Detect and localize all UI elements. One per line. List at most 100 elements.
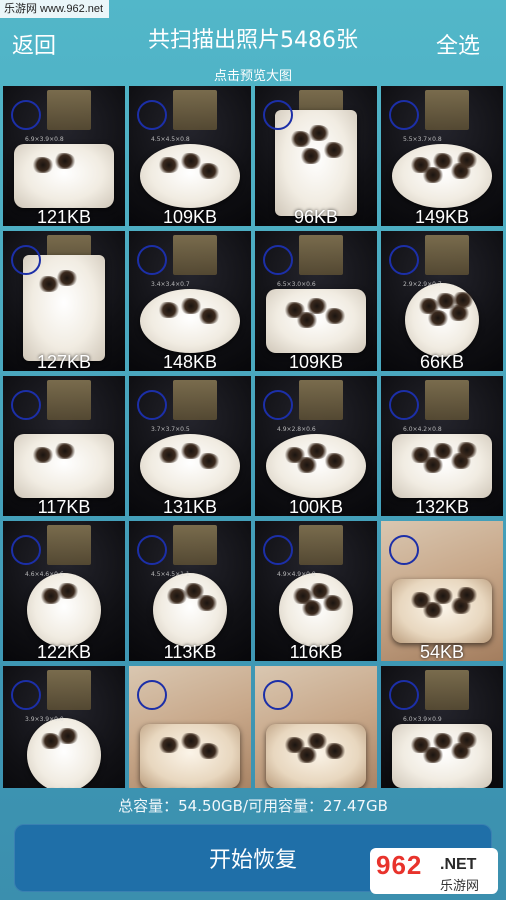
specimen-label-card (173, 525, 217, 565)
file-size: 109KB (162, 207, 218, 226)
select-checkbox[interactable] (389, 245, 419, 275)
photo-tile[interactable]: 3.7×3.7×0.5 131KB (129, 376, 251, 516)
file-size: 67KB (255, 787, 377, 788)
photo-tile[interactable]: 127KB (3, 231, 125, 371)
file-size: 121KB (36, 207, 92, 226)
agate-stone (392, 724, 492, 788)
select-checkbox[interactable] (11, 390, 41, 420)
file-size: 132KB (414, 497, 470, 516)
photo-tile[interactable]: 4.9×4.9×0.8 116KB (255, 521, 377, 661)
specimen-label-card (47, 670, 91, 710)
agate-stone (266, 434, 366, 498)
dendrite-inclusion (422, 457, 444, 474)
select-checkbox[interactable] (137, 390, 167, 420)
specimen-label-card (47, 380, 91, 420)
select-checkbox[interactable] (137, 100, 167, 130)
dendrite-inclusion (301, 599, 324, 616)
photo-tile[interactable]: 6.0×3.9×0.9 110KB (381, 666, 503, 788)
file-size: 131KB (162, 497, 218, 516)
photo-tile[interactable]: 6.9×3.9×0.8 121KB (3, 86, 125, 226)
agate-stone (140, 434, 240, 498)
specimen-label-card (425, 235, 469, 275)
select-checkbox[interactable] (11, 680, 41, 710)
dendrite-inclusion (456, 441, 478, 458)
dendrite-inclusion (56, 728, 79, 745)
specimen-dimensions: 6.5×3.0×0.6 (277, 281, 316, 288)
photo-tile[interactable]: 96KB (255, 86, 377, 226)
photo-tile[interactable]: 2.9×2.9×0.7 66KB (381, 231, 503, 371)
photo-tile[interactable]: 4.6×4.6×0.6 122KB (3, 521, 125, 661)
photo-tile[interactable]: 54KB (381, 521, 503, 661)
photo-tile[interactable]: 4.5×4.5×0.8 109KB (129, 86, 251, 226)
photo-tile[interactable]: 4.5×4.5×1.1 113KB (129, 521, 251, 661)
specimen-label-card (299, 235, 343, 275)
preview-hint: 点击预览大图 (213, 69, 292, 84)
select-checkbox[interactable] (263, 390, 293, 420)
select-checkbox[interactable] (137, 535, 167, 565)
file-size: 116KB (289, 642, 343, 661)
specimen-label-card (299, 525, 343, 565)
agate-stone (27, 718, 101, 788)
specimen-label-card (47, 525, 91, 565)
file-size: 127KB (36, 352, 92, 371)
file-size: 148KB (162, 352, 218, 371)
file-size: 129KB (3, 787, 125, 788)
select-checkbox[interactable] (389, 390, 419, 420)
site-logo-number: 962 (376, 850, 423, 880)
dendrite-inclusion (422, 167, 444, 184)
select-checkbox[interactable] (11, 535, 41, 565)
dendrite-inclusion (158, 156, 180, 173)
agate-stone (405, 283, 479, 357)
dendrite-inclusion (322, 141, 345, 158)
select-checkbox[interactable] (11, 100, 41, 130)
agate-stone (140, 724, 240, 788)
photo-tile[interactable]: 117KB (3, 376, 125, 516)
dendrite-inclusion (56, 583, 79, 600)
specimen-dimensions: 6.9×3.9×0.8 (25, 136, 64, 143)
agate-stone (392, 144, 492, 208)
dendrite-inclusion (195, 595, 218, 612)
photo-tile[interactable]: 6.5×3.0×0.6 109KB (255, 231, 377, 371)
select-checkbox[interactable] (137, 680, 167, 710)
photo-tile[interactable]: 55KB (129, 666, 251, 788)
photo-tile[interactable]: 3.4×3.4×0.7 148KB (129, 231, 251, 371)
specimen-dimensions: 4.5×4.5×1.1 (151, 571, 190, 578)
select-checkbox[interactable] (389, 100, 419, 130)
dendrite-inclusion (32, 156, 54, 173)
photo-tile[interactable]: 4.9×2.8×0.6 100KB (255, 376, 377, 516)
photo-tile[interactable]: 5.5×3.7×0.8 149KB (381, 86, 503, 226)
specimen-dimensions: 4.9×2.8×0.6 (277, 426, 316, 433)
agate-stone (140, 144, 240, 208)
specimen-label-card (425, 380, 469, 420)
select-checkbox[interactable] (263, 535, 293, 565)
agate-stone (14, 144, 114, 208)
dendrite-inclusion (307, 124, 330, 141)
select-checkbox[interactable] (263, 245, 293, 275)
select-checkbox[interactable] (263, 100, 293, 130)
photo-tile[interactable]: 3.9×3.9×0.0 129KB (3, 666, 125, 788)
dendrite-inclusion (422, 747, 444, 764)
select-all-button[interactable]: 全选 (436, 28, 480, 60)
select-checkbox[interactable] (263, 680, 293, 710)
specimen-dimensions: 6.0×3.9×0.9 (403, 716, 442, 723)
specimen-dimensions: 5.5×3.7×0.8 (403, 136, 442, 143)
specimen-label-card (173, 90, 217, 130)
dendrite-inclusion (158, 301, 180, 318)
photo-tile[interactable]: 6.0×4.2×0.8 132KB (381, 376, 503, 516)
photo-tile[interactable]: 67KB (255, 666, 377, 788)
dendrite-inclusion (321, 595, 344, 612)
select-checkbox[interactable] (11, 245, 41, 275)
dendrite-inclusion (198, 453, 220, 470)
select-checkbox[interactable] (389, 535, 419, 565)
agate-stone (266, 289, 366, 353)
site-logo-name: 乐游网 (440, 879, 480, 894)
dendrite-inclusion (324, 453, 346, 470)
dendrite-inclusion (456, 586, 478, 603)
storage-info: 总容量：54.50GB/可用容量：27.47GB (118, 797, 388, 815)
dendrite-inclusion (296, 457, 318, 474)
agate-stone (266, 724, 366, 788)
select-checkbox[interactable] (137, 245, 167, 275)
agate-stone (279, 573, 353, 647)
select-checkbox[interactable] (389, 680, 419, 710)
specimen-dimensions: 6.0×4.2×0.8 (403, 426, 442, 433)
